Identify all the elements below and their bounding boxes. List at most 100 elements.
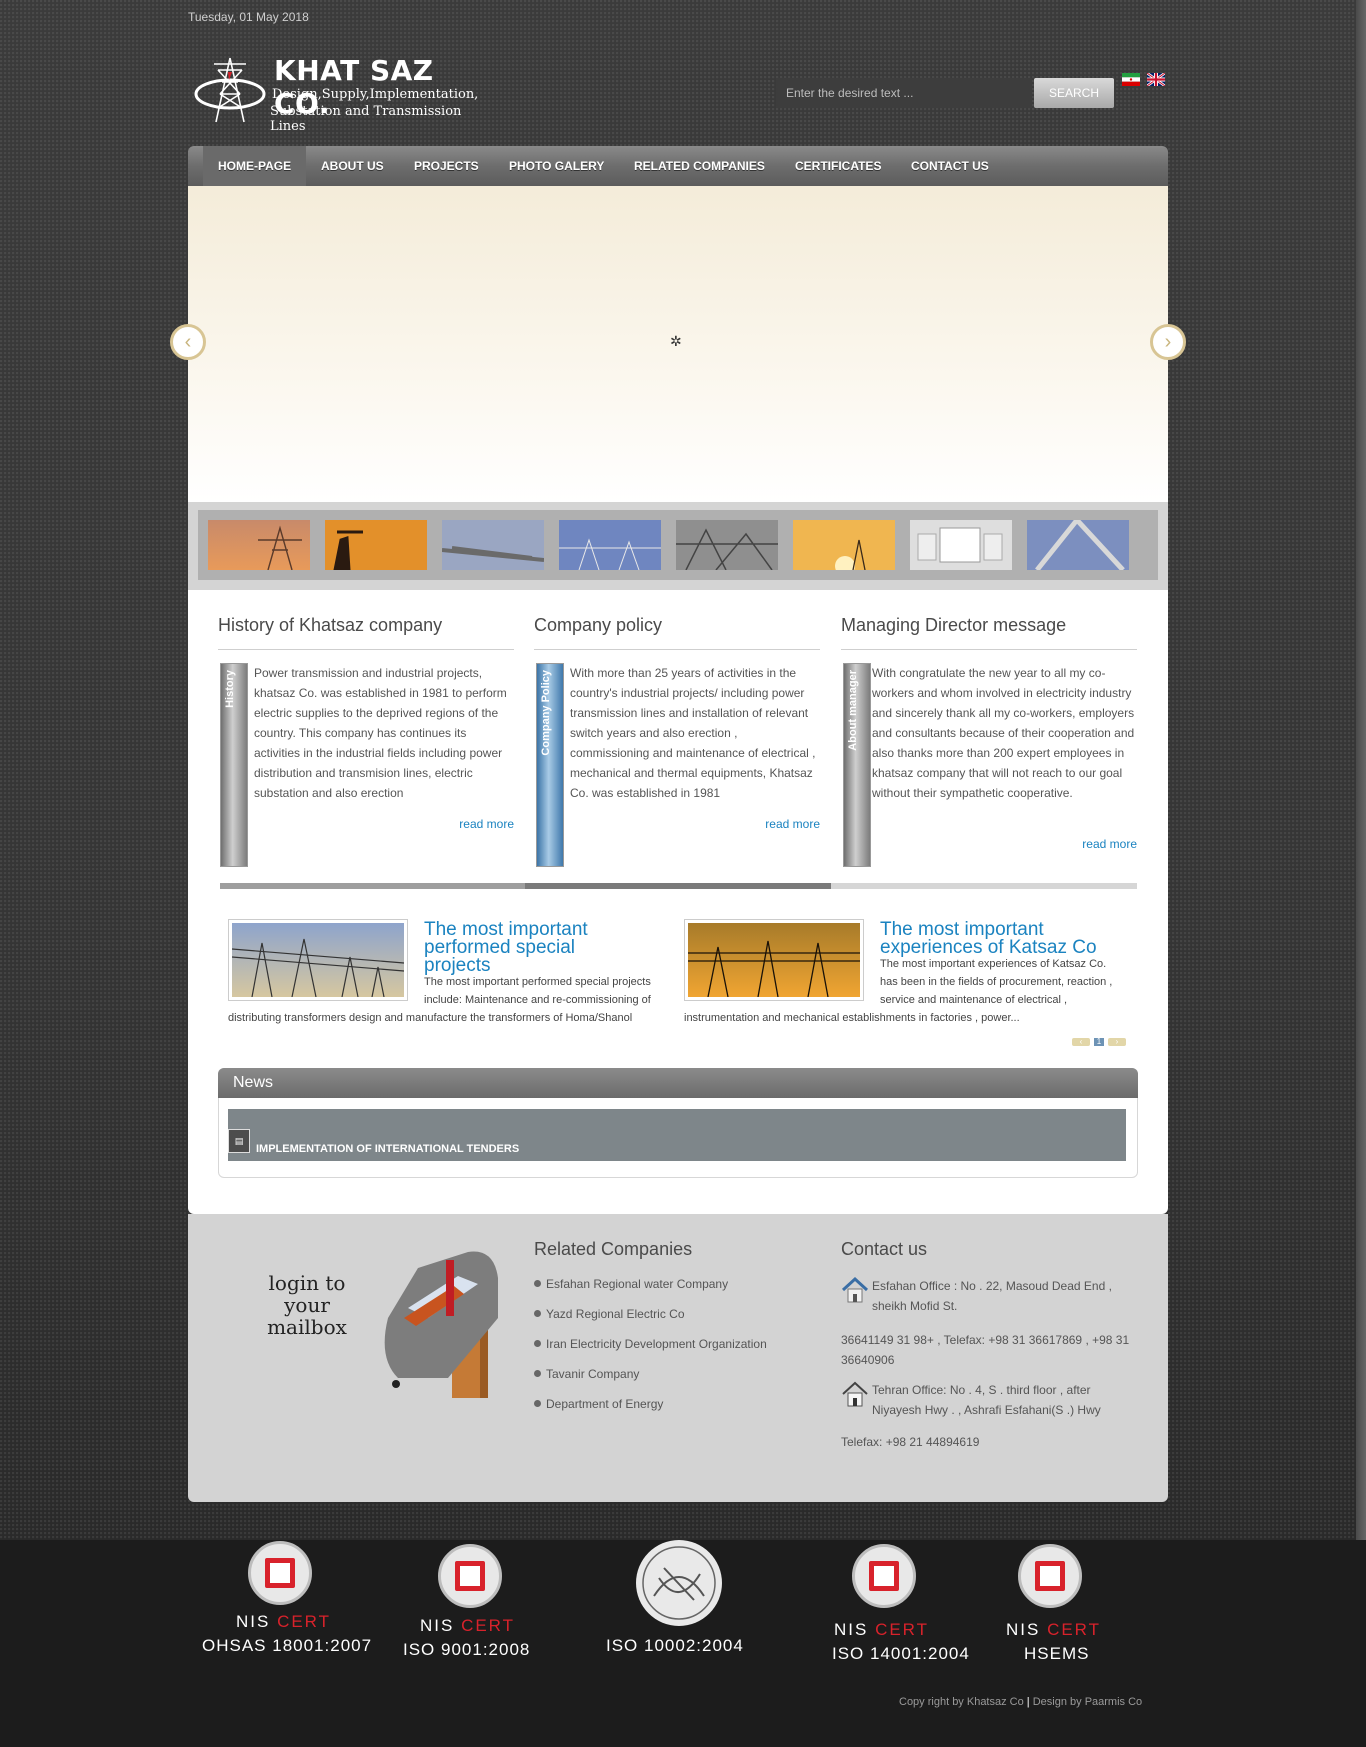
copyright: Copy right by Khatsaz Co | Design by Paa… [899,1696,1143,1708]
certificate-issuer: NIS CERT [420,1616,516,1635]
history-tab: History [220,663,248,867]
search-input[interactable] [776,78,1032,108]
pager-prev-button[interactable]: ‹ [1072,1038,1090,1046]
history-title: History of Khatsaz company [218,615,443,635]
history-read-more-link[interactable]: read more [414,817,514,831]
nis-cert-logo-icon [1018,1544,1082,1608]
featured-text: The most important performed special pro… [424,976,651,1006]
history-tab-label: History [224,670,236,708]
nav-item-contact[interactable]: CONTACT US [911,146,989,186]
slider-thumbnail[interactable] [793,520,895,570]
search-button[interactable]: SEARCH [1034,78,1114,108]
featured-title[interactable]: The most important performed special pro… [424,920,624,975]
related-companies-title: Related Companies [534,1239,693,1259]
news-document-icon: ▤ [228,1129,250,1153]
related-company-link[interactable]: Esfahan Regional water Company [534,1274,767,1304]
image-slider: ‹ › ✲ [170,186,1186,502]
policy-title: Company policy [534,615,663,635]
scrollbar[interactable] [1356,0,1366,1540]
mailbox-login-link[interactable]: login to your mailbox [250,1272,364,1338]
contact-title: Contact us [841,1239,928,1259]
news-item-link[interactable]: IMPLEMENTATION OF INTERNATIONAL TENDERS [256,1143,519,1155]
divider [534,649,820,650]
certificate-standard: ISO 14001:2004 [832,1644,970,1663]
designer-link[interactable]: Design by Paarmis Co [1033,1696,1142,1708]
policy-read-more-link[interactable]: read more [720,817,820,831]
policy-tab: Company Policy [536,663,564,867]
tower-logo-icon [194,57,266,123]
section-bar [831,883,1137,889]
tehran-office-address: Tehran Office: No . 4, S . third floor ,… [872,1383,1101,1417]
pager-page-button[interactable]: 1 [1094,1038,1104,1046]
pager-next-button[interactable]: › [1108,1038,1126,1046]
mailbox-icon[interactable] [368,1248,508,1398]
current-date: Tuesday, 01 May 2018 [188,10,309,24]
copyright-link[interactable]: Copy right by Khatsaz Co [899,1696,1024,1708]
slider-thumbnail[interactable] [325,520,427,570]
tehran-office-phone: Telefax: +98 21 44894619 [841,1435,980,1449]
logo-subtitle: Design,Supply,Implementation, [272,87,479,102]
thumbnail-strip [188,502,1168,590]
featured-text-continued: distributing transformers design and man… [228,1012,633,1024]
related-companies-list: Esfahan Regional water Company Yazd Regi… [534,1274,767,1424]
policy-text: With more than 25 years of activities in… [570,666,816,800]
featured-image[interactable] [228,919,408,1001]
featured-text: The most important experiences of Katsaz… [880,958,1113,1006]
related-company-link[interactable]: Yazd Regional Electric Co [534,1304,767,1334]
related-company-link[interactable]: Iran Electricity Development Organizatio… [534,1334,767,1364]
divider [218,649,514,650]
nav-item-projects[interactable]: PROJECTS [414,146,479,186]
nav-item-photo-galery[interactable]: PHOTO GALERY [509,146,604,186]
nav-item-about[interactable]: ABOUT US [321,146,384,186]
esfahan-office-address: Esfahan Office : No . 22, Masoud Dead En… [872,1279,1112,1313]
certificate-standard: ISO 10002:2004 [606,1636,744,1655]
director-read-more-link[interactable]: read more [1037,837,1137,851]
loading-spinner-icon: ✲ [670,333,682,349]
director-tab: About manager [843,663,871,867]
nav-item-related-companies[interactable]: RELATED COMPANIES [634,146,765,186]
director-tab-label: About manager [847,670,859,751]
section-bar [525,883,831,889]
slider-thumbnail[interactable] [676,520,778,570]
nis-cert-logo-icon [248,1541,312,1605]
director-text: With congratulate the new year to all my… [872,666,1135,800]
nis-cert-logo-icon [852,1544,916,1608]
certificate-standard: HSEMS [1024,1644,1090,1663]
slider-thumbnail[interactable] [208,520,310,570]
slider-next-button[interactable]: › [1150,324,1186,360]
seal-logo-icon [636,1540,722,1626]
slider-thumbnail[interactable] [1027,520,1129,570]
nis-cert-logo-icon [438,1544,502,1608]
certificate-standard: OHSAS 18001:2007 [202,1636,373,1655]
logo-subtitle-2: Substation and Transmission Lines [270,104,462,134]
uk-flag-icon[interactable] [1147,73,1165,86]
esfahan-office-phone: 36641149 31 98+ , Telefax: +98 31 366178… [841,1333,1130,1367]
slider-prev-button[interactable]: ‹ [170,324,206,360]
director-title: Managing Director message [841,615,1067,635]
iran-flag-icon[interactable] [1122,73,1140,86]
featured-title[interactable]: The most important experiences of Katsaz… [880,920,1130,957]
slider-thumbnail[interactable] [442,520,544,570]
main-content: ‹ › ✲ History of Khatsaz company History… [170,186,1186,1214]
featured-image[interactable] [684,919,864,1001]
main-nav: HOME-PAGE ABOUT US PROJECTS PHOTO GALERY… [188,146,1168,186]
certificate-standard: ISO 9001:2008 [403,1640,531,1659]
logo[interactable]: KHAT SAZ CO. Design,Supply,Implementatio… [192,54,482,134]
related-company-link[interactable]: Department of Energy [534,1394,767,1424]
footer-panel: login to your mailbox Related Companies … [188,1214,1168,1502]
history-text: Power transmission and industrial projec… [254,666,507,800]
slider-thumbnail[interactable] [910,520,1012,570]
certificate-issuer: NIS CERT [834,1620,930,1639]
related-company-link[interactable]: Tavanir Company [534,1364,767,1394]
certificate-issuer: NIS CERT [236,1612,332,1631]
home-icon [842,1381,868,1407]
news-title: News [218,1068,1138,1098]
divider [841,649,1137,650]
home-icon [841,1276,869,1303]
section-bar [220,883,525,889]
nav-item-certificates[interactable]: CERTIFICATES [795,146,881,186]
featured-text-continued: instrumentation and mechanical establish… [684,1012,1020,1024]
nav-item-home[interactable]: HOME-PAGE [203,146,307,186]
news-list: ▤ IMPLEMENTATION OF INTERNATIONAL TENDER… [228,1109,1126,1161]
slider-thumbnail[interactable] [559,520,661,570]
